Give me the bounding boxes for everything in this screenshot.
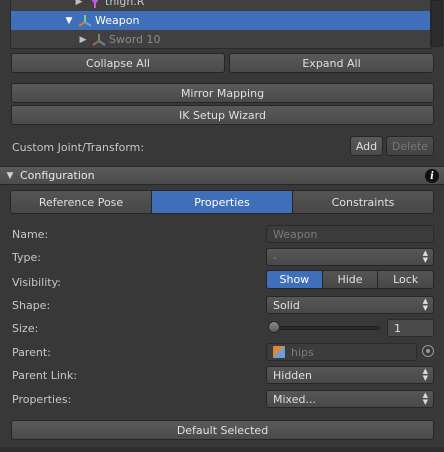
- collapse-arrow-icon[interactable]: [63, 16, 75, 26]
- type-label: Type:: [12, 251, 41, 264]
- tab-reference-pose[interactable]: Reference Pose: [11, 191, 152, 213]
- visibility-lock-button[interactable]: Lock: [378, 271, 433, 288]
- transform-axis-icon: [92, 33, 106, 47]
- type-dropdown[interactable]: - ▲ ▼: [266, 248, 434, 266]
- tree-scrollbar[interactable]: [431, 0, 443, 47]
- custom-joint-label: Custom Joint/Transform:: [12, 141, 145, 154]
- tree-row-thigh-r[interactable]: thigh.R: [11, 0, 430, 11]
- parent-link-value: Hidden: [273, 368, 313, 382]
- configuration-header[interactable]: Configuration i: [0, 166, 444, 185]
- type-value: -: [273, 250, 277, 264]
- tree-row-label: thigh.R: [105, 0, 145, 8]
- bone-joint-icon: [88, 0, 102, 9]
- visibility-label: Visibility:: [12, 276, 62, 289]
- tab-properties[interactable]: Properties: [152, 191, 293, 213]
- collapse-all-button[interactable]: Collapse All: [11, 53, 225, 73]
- name-field[interactable]: Weapon: [266, 225, 434, 243]
- panel-bottom-border: [0, 447, 444, 452]
- properties-label: Properties:: [12, 393, 72, 406]
- add-button[interactable]: Add: [350, 136, 383, 156]
- parent-value: hips: [291, 345, 314, 359]
- tab-constraints[interactable]: Constraints: [293, 191, 433, 213]
- tree-row-label: Sword 10: [109, 33, 161, 46]
- properties-dropdown[interactable]: Mixed... ▲ ▼: [266, 390, 434, 408]
- expand-all-button[interactable]: Expand All: [229, 53, 434, 73]
- dropdown-arrows-icon: ▲ ▼: [422, 367, 428, 382]
- size-slider-handle[interactable]: [268, 321, 280, 333]
- configuration-tabs: Reference Pose Properties Constraints: [10, 190, 434, 214]
- info-icon[interactable]: i: [425, 169, 439, 183]
- shape-dropdown[interactable]: Solid ▲ ▼: [266, 296, 434, 314]
- ik-setup-wizard-button[interactable]: IK Setup Wizard: [11, 105, 434, 125]
- parent-field[interactable]: hips: [266, 343, 417, 361]
- parent-link-dropdown[interactable]: Hidden ▲ ▼: [266, 366, 434, 384]
- foldout-arrow-icon[interactable]: [4, 171, 16, 181]
- expand-arrow-icon[interactable]: [77, 35, 89, 45]
- default-selected-button[interactable]: Default Selected: [11, 420, 434, 440]
- expand-arrow-icon[interactable]: [73, 0, 85, 7]
- tree-row-label: Weapon: [95, 14, 140, 27]
- tree-row-weapon[interactable]: Weapon: [11, 11, 430, 30]
- mirror-mapping-button[interactable]: Mirror Mapping: [11, 83, 434, 103]
- parent-label: Parent:: [12, 346, 51, 359]
- transform-axis-icon: [78, 14, 92, 28]
- delete-button[interactable]: Delete: [386, 136, 434, 156]
- dropdown-arrows-icon: ▲ ▼: [422, 391, 428, 406]
- size-label: Size:: [12, 322, 39, 335]
- bone-tree[interactable]: thigh.R Weapon Sword 10: [10, 0, 431, 49]
- shape-value: Solid: [273, 298, 300, 312]
- name-label: Name:: [12, 228, 49, 241]
- dropdown-arrows-icon: ▲ ▼: [422, 249, 428, 264]
- visibility-hide-button[interactable]: Hide: [322, 271, 379, 288]
- configuration-title: Configuration: [20, 169, 95, 182]
- dropdown-arrows-icon: ▲ ▼: [422, 297, 428, 312]
- size-slider-track[interactable]: [270, 326, 380, 330]
- object-picker-icon[interactable]: [422, 345, 434, 357]
- gameobject-icon: [273, 346, 285, 358]
- properties-value: Mixed...: [273, 392, 316, 406]
- visibility-toggle-group: Show Hide Lock: [266, 270, 434, 289]
- size-input[interactable]: 1: [387, 319, 434, 337]
- shape-label: Shape:: [12, 299, 51, 312]
- visibility-show-button[interactable]: Show: [267, 271, 323, 288]
- parent-link-label: Parent Link:: [12, 369, 77, 382]
- tree-row-sword-10[interactable]: Sword 10: [11, 30, 430, 48]
